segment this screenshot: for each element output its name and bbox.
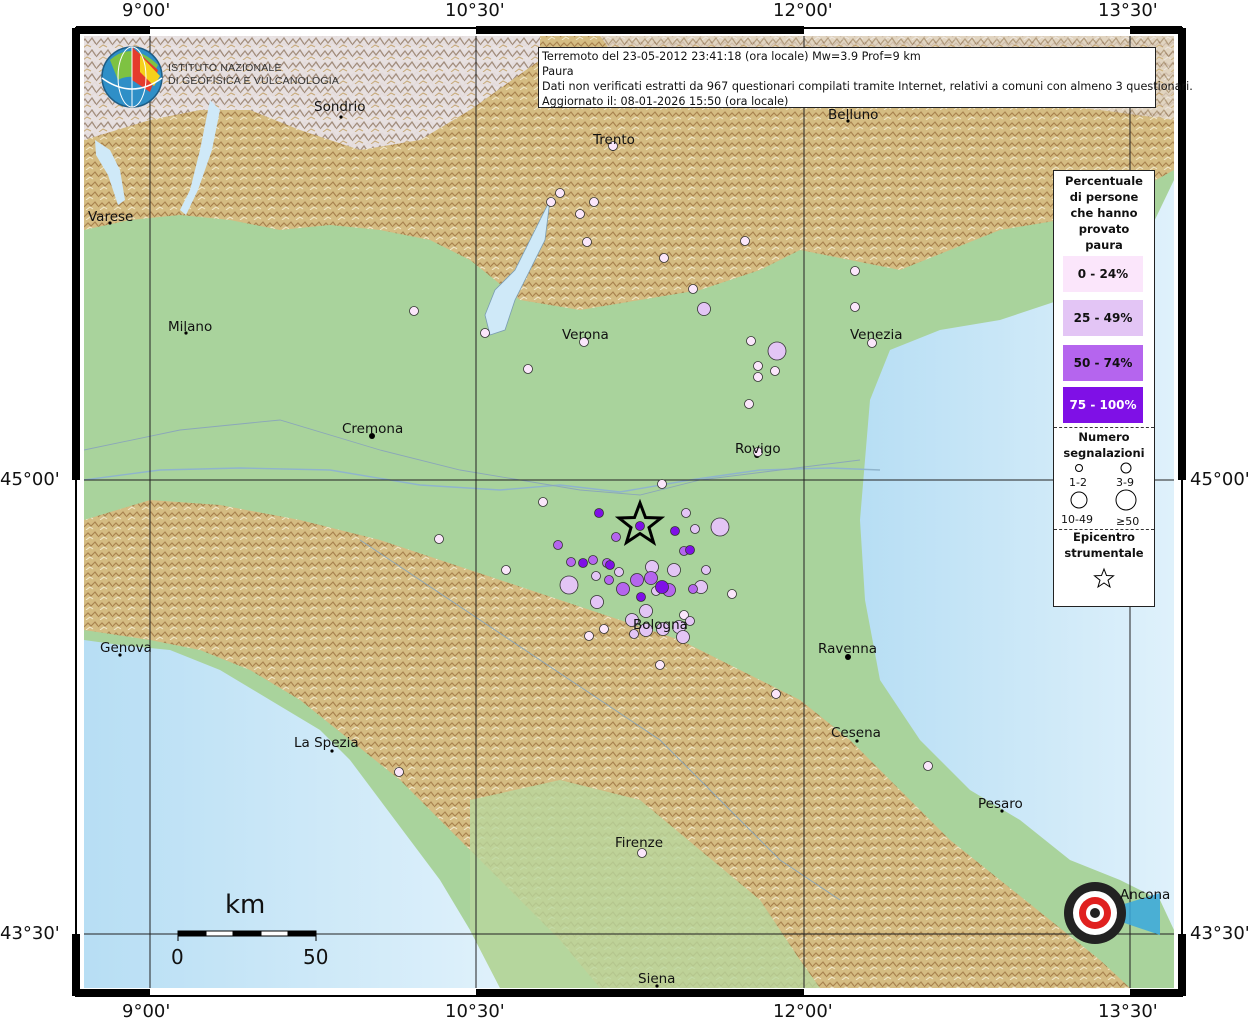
tick-top-1: 9°00' bbox=[122, 0, 171, 21]
city-label: Firenze bbox=[615, 835, 664, 851]
legend-size-title-line: Numero bbox=[1078, 430, 1130, 444]
tick-top-4: 13°30' bbox=[1098, 0, 1158, 21]
legend-title-line: che hanno bbox=[1070, 206, 1138, 220]
city-label: Pesaro bbox=[978, 796, 1023, 812]
tick-bottom-4: 13°30' bbox=[1098, 1001, 1158, 1022]
legend-epicenter-title: Epicentro strumentale bbox=[1054, 529, 1154, 561]
logo-line: ISTITUTO NAZIONALE bbox=[168, 62, 282, 74]
ingv-logo-icon bbox=[101, 46, 163, 108]
data-note: Dati non verificati estratti da 967 ques… bbox=[542, 80, 1193, 93]
tick-left-1: 45°00' bbox=[0, 469, 60, 490]
legend-title: Percentuale di persone che hanno provato… bbox=[1054, 173, 1154, 253]
update-time: Aggiornato il: 08-01-2026 15:50 (ora loc… bbox=[542, 95, 789, 108]
city-label: Venezia bbox=[850, 327, 903, 343]
city-label: Belluno bbox=[828, 107, 879, 123]
city-label: Trento bbox=[593, 132, 635, 148]
legend-star-icon bbox=[1093, 567, 1115, 589]
city-label: Ancona bbox=[1120, 887, 1171, 903]
legend-title-line: Percentuale bbox=[1065, 174, 1143, 188]
legend-title-line: di persone bbox=[1069, 190, 1139, 204]
map-variable: Paura bbox=[542, 65, 574, 78]
legend-swatch-50-74: 50 - 74% bbox=[1063, 345, 1143, 381]
city-label: La Spezia bbox=[294, 735, 359, 751]
scale-title: km bbox=[225, 890, 266, 920]
legend-size-label: 1-2 bbox=[1069, 476, 1087, 489]
city-label: Ravenna bbox=[818, 641, 878, 657]
legend-size-label: 3-9 bbox=[1116, 476, 1134, 489]
event-title: Terremoto del 23-05-2012 23:41:18 (ora l… bbox=[542, 50, 921, 63]
city-label: Sondrio bbox=[314, 99, 366, 115]
legend-swatch-25-49: 25 - 49% bbox=[1063, 300, 1143, 336]
city-label: Genova bbox=[100, 640, 152, 656]
ingv-logo-text: ISTITUTO NAZIONALE DI GEOFISICA E VULCAN… bbox=[168, 62, 339, 88]
legend-swatch-0-24: 0 - 24% bbox=[1063, 256, 1143, 292]
tick-top-2: 10°30' bbox=[445, 0, 505, 21]
legend-title-line: provato bbox=[1078, 222, 1130, 236]
city-label: Rovigo bbox=[735, 441, 781, 457]
legend-epicenter-line: strumentale bbox=[1064, 546, 1144, 560]
city-label: Verona bbox=[562, 327, 609, 343]
city-label: Bologna bbox=[633, 617, 688, 633]
logo-line: DI GEOFISICA E VULCANOLOGIA bbox=[168, 75, 340, 87]
tick-right-2: 43°30' bbox=[1190, 923, 1250, 944]
city-label: Varese bbox=[88, 209, 134, 225]
tick-bottom-1: 9°00' bbox=[122, 1001, 171, 1022]
legend-epicenter-line: Epicentro bbox=[1073, 530, 1135, 544]
legend-size-label: ≥50 bbox=[1116, 515, 1140, 528]
scale-max: 50 bbox=[303, 945, 329, 969]
tick-bottom-2: 10°30' bbox=[445, 1001, 505, 1022]
scale-min: 0 bbox=[171, 945, 184, 969]
tick-left-2: 43°30' bbox=[0, 923, 60, 944]
tick-bottom-3: 12°00' bbox=[773, 1001, 833, 1022]
legend-divider bbox=[1054, 427, 1154, 428]
city-label: Cesena bbox=[831, 725, 881, 741]
tick-right-1: 45°00' bbox=[1190, 469, 1250, 490]
legend-size-label: 10-49 bbox=[1061, 513, 1093, 526]
city-label: Cremona bbox=[342, 421, 404, 437]
legend: Percentuale di persone che hanno provato… bbox=[1053, 170, 1155, 607]
city-label: Siena bbox=[638, 971, 676, 987]
legend-title-line: paura bbox=[1085, 238, 1123, 252]
legend-swatch-75-100: 75 - 100% bbox=[1063, 387, 1143, 423]
tick-top-3: 12°00' bbox=[773, 0, 833, 21]
event-info-box: Terremoto del 23-05-2012 23:41:18 (ora l… bbox=[538, 47, 1193, 108]
city-label: Milano bbox=[168, 319, 213, 335]
